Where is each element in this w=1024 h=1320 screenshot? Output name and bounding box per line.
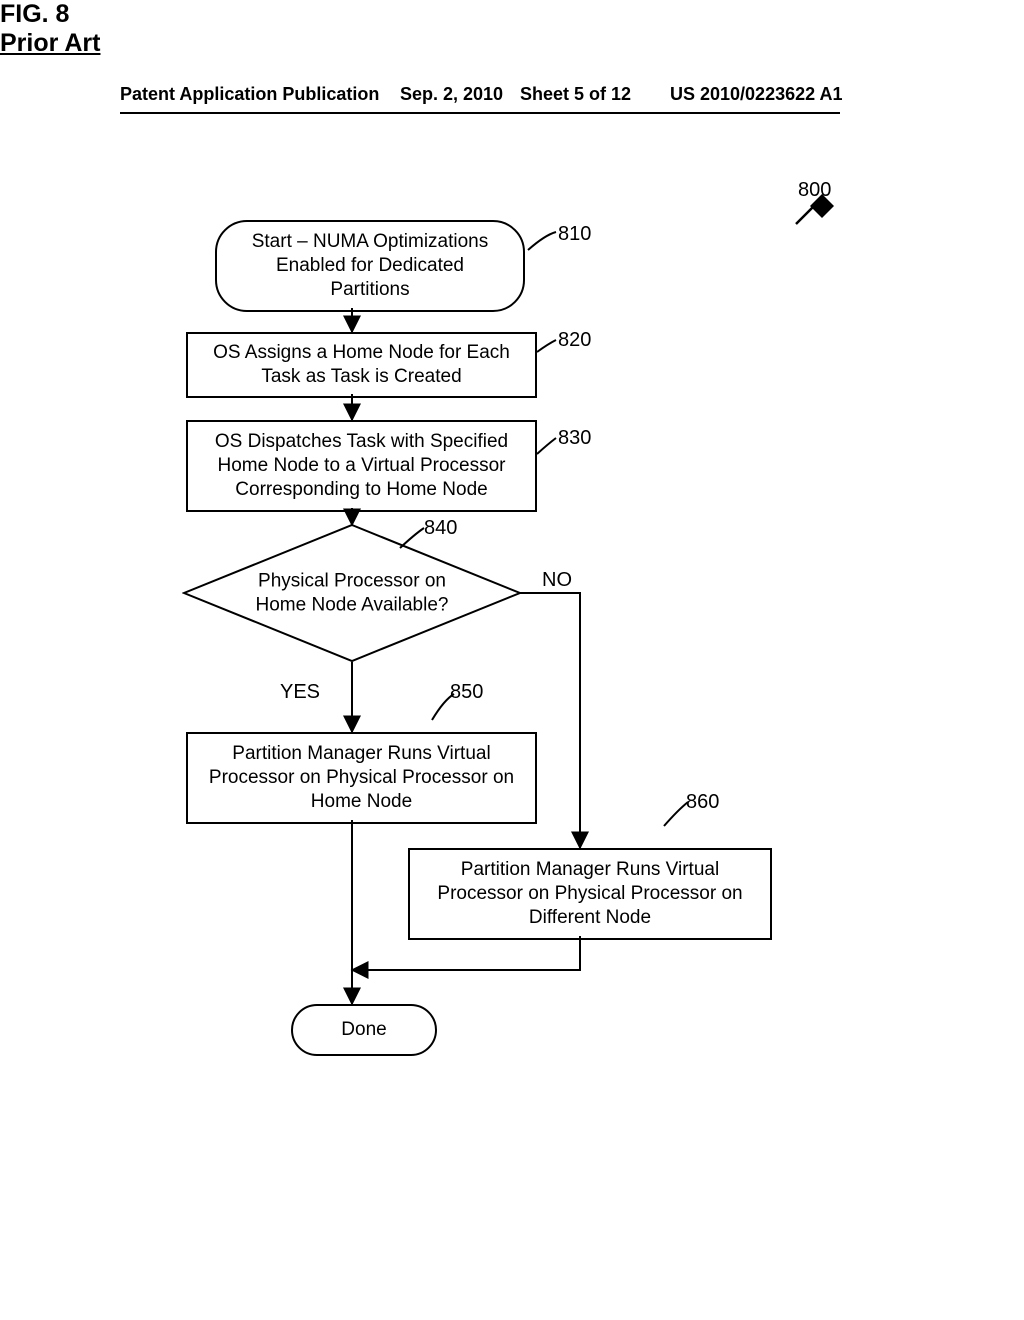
step-820: OS Assigns a Home Node for Each Task as … (186, 332, 537, 398)
ref-830: 830 (558, 426, 591, 451)
ref-860: 860 (686, 790, 719, 815)
step-830-text: OS Dispatches Task with Specified Home N… (198, 430, 525, 501)
step-850: Partition Manager Runs Virtual Processor… (186, 732, 537, 824)
arrow-860-merge (352, 936, 580, 970)
page: Patent Application Publication Sep. 2, 2… (0, 0, 1024, 1320)
done-node: Done (291, 1004, 437, 1056)
step-860: Partition Manager Runs Virtual Processor… (408, 848, 772, 940)
no-label: NO (542, 568, 572, 593)
yes-label: YES (280, 680, 320, 705)
ref-820: 820 (558, 328, 591, 353)
done-text: Done (341, 1018, 386, 1042)
start-text: Start – NUMA Optimizations Enabled for D… (235, 230, 505, 301)
header-left: Patent Application Publication (120, 84, 379, 105)
ref-810: 810 (558, 222, 591, 247)
step-820-text: OS Assigns a Home Node for Each Task as … (198, 341, 525, 389)
step-850-text: Partition Manager Runs Virtual Processor… (198, 742, 525, 813)
header-rule (120, 112, 840, 114)
header-sheet: Sheet 5 of 12 (520, 84, 631, 105)
decision-840-text: Physical Processor on Home Node Availabl… (232, 569, 472, 617)
figure-label: FIG. 8 (0, 0, 1024, 29)
header-pubno: US 2010/0223622 A1 (670, 84, 842, 105)
leader-820 (537, 340, 556, 352)
ref-850: 850 (450, 680, 483, 705)
leader-830 (537, 438, 556, 454)
leader-810 (528, 232, 556, 250)
leader-860 (664, 802, 688, 826)
header-date: Sep. 2, 2010 (400, 84, 503, 105)
ref-800: 800 (798, 178, 831, 203)
step-860-text: Partition Manager Runs Virtual Processor… (420, 858, 760, 929)
start-node: Start – NUMA Optimizations Enabled for D… (215, 220, 525, 312)
ref-840: 840 (424, 516, 457, 541)
step-830: OS Dispatches Task with Specified Home N… (186, 420, 537, 512)
prior-art-label: Prior Art (0, 29, 1024, 58)
